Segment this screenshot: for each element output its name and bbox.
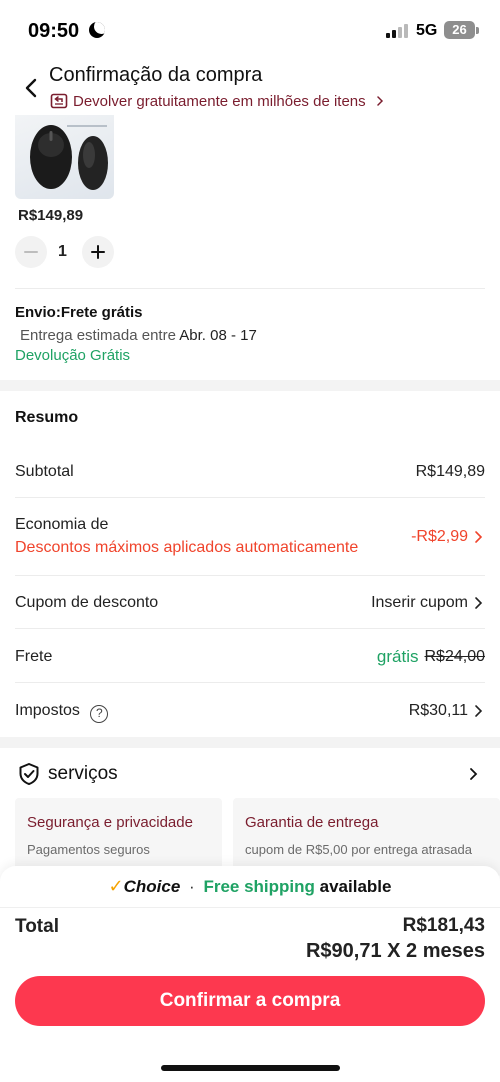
section-separator xyxy=(0,380,500,391)
available-label: available xyxy=(319,877,392,896)
divider xyxy=(15,497,485,498)
choice-banner: ✓Choice · Free shipping available xyxy=(0,876,500,897)
service-card-title: Garantia de entrega xyxy=(245,814,379,831)
savings-description: Descontos máximos aplicados automaticame… xyxy=(15,539,359,556)
divider xyxy=(15,288,485,289)
divider xyxy=(0,907,500,908)
insert-coupon-button[interactable]: Inserir cupom xyxy=(371,594,485,612)
taxes-row-action[interactable]: R$30,11 xyxy=(409,702,485,720)
shipping-original-price: R$24,00 xyxy=(424,648,486,665)
subtotal-value: R$149,89 xyxy=(416,463,485,481)
savings-label: Economia de xyxy=(15,516,109,533)
network-label: 5G xyxy=(416,22,438,39)
delivery-estimate: Entrega estimada entre Abr. 08 - 17 xyxy=(20,327,257,344)
quantity-increase-button[interactable] xyxy=(82,236,114,268)
taxes-label: Impostos xyxy=(15,702,80,719)
status-time: 09:50 xyxy=(28,20,80,42)
shipping-free-label: grátis xyxy=(376,647,419,666)
return-banner-text: Devolver gratuitamente em milhões de ite… xyxy=(73,92,366,110)
mouse-image: g xyxy=(30,125,108,190)
product-image[interactable]: g xyxy=(15,115,114,199)
total-amount: R$181,43 xyxy=(402,915,485,936)
choice-separator: · xyxy=(189,877,195,896)
shipping-fee-label: Frete xyxy=(15,648,53,665)
free-shipping-label: Free shipping xyxy=(203,877,315,896)
battery-cap xyxy=(476,27,479,34)
product-price: R$149,89 xyxy=(18,207,84,224)
divider xyxy=(15,682,485,683)
quantity-decrease-button[interactable] xyxy=(15,236,47,268)
section-separator xyxy=(0,737,500,748)
coupon-label: Cupom de desconto xyxy=(15,594,159,611)
delivery-dates: Abr. 08 - 17 xyxy=(179,327,257,344)
coupon-value: Inserir cupom xyxy=(371,594,468,611)
subtotal-amount: R$149,89 xyxy=(415,463,485,480)
return-box-icon xyxy=(50,93,68,109)
installments-text: R$90,71 X 2 meses xyxy=(305,940,485,962)
chevron-right-icon xyxy=(475,531,483,543)
shield-check-icon xyxy=(19,763,39,785)
plus-icon xyxy=(91,245,105,259)
divider xyxy=(15,628,485,629)
moon-icon xyxy=(89,22,105,38)
free-return-banner[interactable]: Devolver gratuitamente em milhões de ite… xyxy=(50,91,386,111)
shipping-title: Envio:Frete grátis xyxy=(15,304,143,321)
total-label: Total xyxy=(15,916,59,937)
status-bar: 09:50 5G 26 xyxy=(0,0,500,62)
divider xyxy=(15,575,485,576)
taxes-label-row: Impostos ? xyxy=(15,702,109,723)
checkout-bottom-sheet: ✓Choice · Free shipping available Total … xyxy=(0,866,500,1082)
choice-check-icon: ✓ xyxy=(108,876,124,896)
service-card-subtitle: Pagamentos seguros xyxy=(27,842,150,857)
signal-icon xyxy=(386,24,410,38)
confirm-purchase-button[interactable]: Confirmar a compra xyxy=(15,976,485,1026)
savings-value: -R$2,99 xyxy=(411,528,468,545)
service-card-title: Segurança e privacidade xyxy=(27,814,193,831)
service-card-subtitle: cupom de R$5,00 por entrega atrasada xyxy=(245,842,472,857)
chevron-right-icon[interactable] xyxy=(468,767,480,781)
taxes-value: R$30,11 xyxy=(408,702,468,719)
chevron-right-icon xyxy=(475,597,483,609)
subtotal-label: Subtotal xyxy=(15,463,74,480)
minus-icon xyxy=(24,251,38,253)
back-icon[interactable] xyxy=(16,73,46,103)
choice-label: Choice xyxy=(123,877,181,896)
quantity-value: 1 xyxy=(58,243,67,260)
page-title: Confirmação da compra xyxy=(49,64,263,86)
summary-title: Resumo xyxy=(15,409,79,426)
free-return-label: Devolução Grátis xyxy=(15,347,131,364)
help-icon[interactable]: ? xyxy=(90,705,109,723)
battery-icon: 26 xyxy=(444,21,475,39)
savings-row-action[interactable]: -R$2,99 xyxy=(411,528,485,546)
shipping-fee-value: grátis R$24,00 xyxy=(377,647,485,667)
chevron-right-icon xyxy=(475,705,483,717)
home-indicator[interactable] xyxy=(161,1065,340,1071)
services-title: serviços xyxy=(48,763,118,784)
chevron-right-icon xyxy=(376,96,383,106)
delivery-prefix: Entrega estimada entre xyxy=(20,327,176,344)
